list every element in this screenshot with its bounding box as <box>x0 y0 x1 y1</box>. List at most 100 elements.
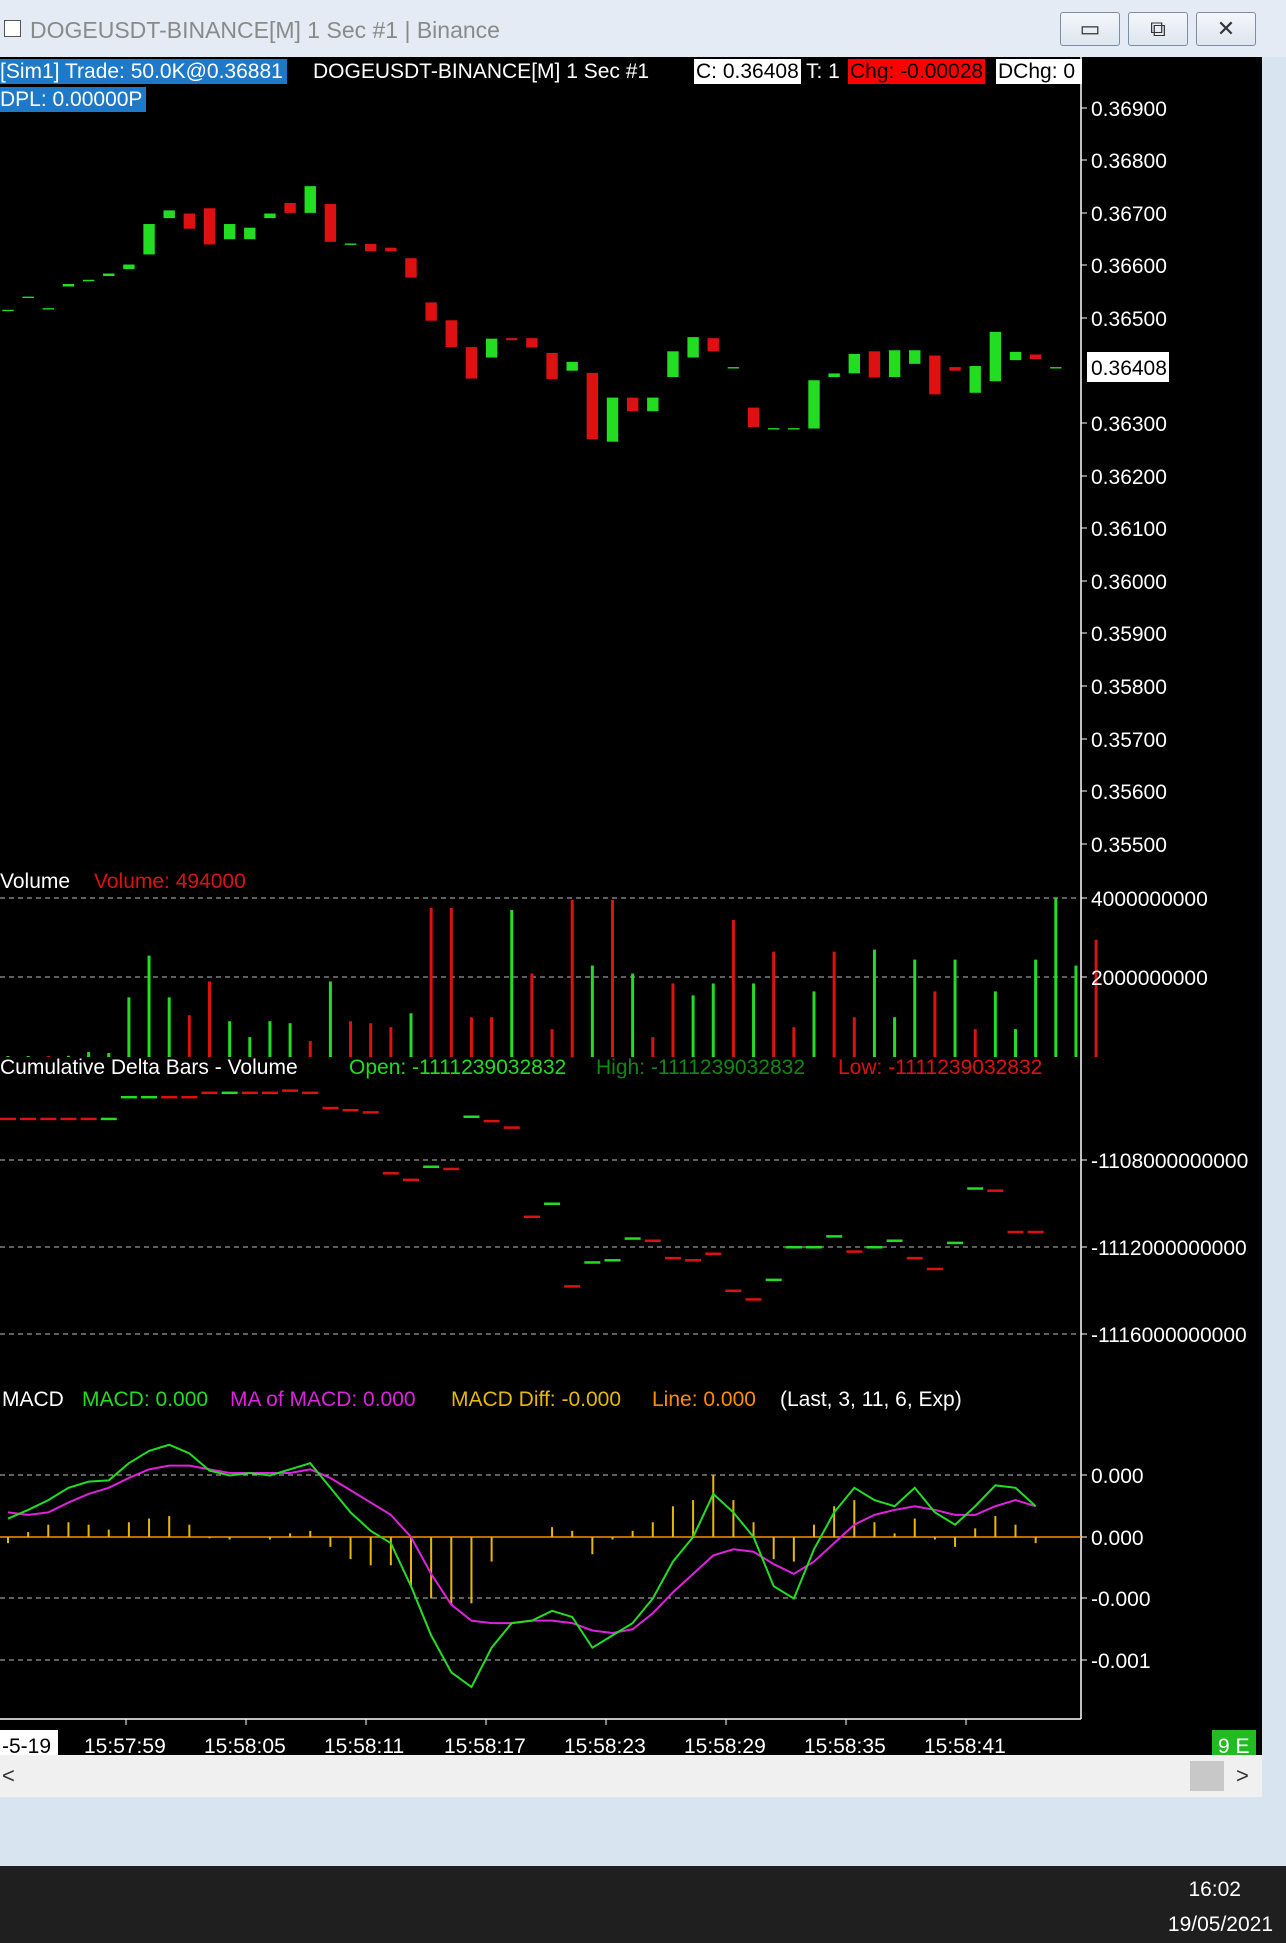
price-candles <box>1 185 1063 443</box>
horizontal-scrollbar[interactable]: < > <box>0 1755 1262 1797</box>
candle <box>203 207 216 246</box>
restore-button[interactable]: ⧉ <box>1128 12 1188 46</box>
volume-bar <box>208 981 211 1057</box>
delta-bar <box>302 1091 319 1095</box>
candle <box>847 353 861 374</box>
price-tick: 0.36600 <box>1091 255 1167 278</box>
delta-bar <box>967 1187 984 1190</box>
volume-bar <box>530 973 534 1057</box>
delta-panel-title: Cumulative Delta Bars - Volume <box>0 1056 298 1079</box>
candle <box>162 209 176 219</box>
candle <box>827 372 841 378</box>
candle <box>424 301 438 322</box>
candle <box>122 263 136 270</box>
delta-bar <box>362 1111 379 1114</box>
taskbar-clock-time[interactable]: 16:02 <box>1188 1878 1241 1902</box>
volume-bar <box>590 965 594 1057</box>
volume-bar <box>711 983 715 1057</box>
volume-bar <box>913 959 917 1057</box>
volume-bar <box>127 997 131 1057</box>
delta-bar <box>261 1091 278 1095</box>
candle <box>868 350 881 379</box>
volume-bar <box>792 1027 796 1057</box>
volume-bar <box>369 1023 373 1057</box>
delta-high: High: -1111239032832 <box>596 1056 806 1079</box>
volume-bar <box>893 1017 897 1057</box>
scroll-right-icon[interactable]: > <box>1236 1763 1249 1789</box>
delta-bar <box>120 1095 137 1099</box>
app-window: DOGEUSDT-BINANCE[M] 1 Sec #1 | Binance ▭… <box>0 0 1286 1866</box>
volume-bar <box>611 899 614 1057</box>
delta-tick: -1112000000000 <box>1091 1237 1247 1260</box>
delta-bar <box>141 1095 158 1099</box>
candle <box>928 354 942 395</box>
candle <box>747 406 760 428</box>
delta-bar <box>0 1117 16 1121</box>
candle <box>646 396 660 412</box>
delta-bar <box>664 1256 681 1260</box>
delta-open: Open: -1111239032832 <box>349 1056 567 1079</box>
delta-bar <box>947 1241 964 1245</box>
delta-bar <box>806 1246 822 1249</box>
scroll-thumb[interactable] <box>1190 1761 1224 1791</box>
delta-bar <box>100 1117 117 1121</box>
delta-bar <box>483 1119 500 1123</box>
instrument-label: DOGEUSDT-BINANCE[M] 1 Sec #1 <box>313 60 650 83</box>
candle <box>727 366 740 370</box>
candle <box>102 272 116 277</box>
delta-bar <box>584 1261 601 1264</box>
candle <box>626 396 639 412</box>
delta-bar <box>443 1167 460 1171</box>
volume-tick: 4000000000 <box>1091 888 1208 911</box>
candle <box>807 379 821 430</box>
delta-bar <box>382 1172 399 1175</box>
macd-tick: 0.000 <box>1091 1527 1144 1550</box>
delta-bar <box>241 1091 258 1095</box>
title-bar[interactable]: DOGEUSDT-BINANCE[M] 1 Sec #1 | Binance ▭… <box>0 0 1286 57</box>
volume-bar <box>1074 965 1078 1057</box>
delta-bar <box>403 1178 419 1182</box>
delta-bars <box>0 1089 1044 1301</box>
delta-bar <box>644 1239 661 1242</box>
volume-value: Volume: 494000 <box>94 870 246 893</box>
delta-bar <box>785 1246 802 1249</box>
delta-bar <box>523 1215 540 1219</box>
volume-tick: 2000000000 <box>1091 967 1208 990</box>
candle <box>545 352 559 380</box>
delta-bar <box>201 1091 218 1095</box>
delta-bar <box>604 1259 621 1262</box>
candle <box>505 337 519 341</box>
taskbar-clock-date[interactable]: 19/05/2021 <box>1168 1913 1273 1937</box>
candle <box>565 361 579 372</box>
candle <box>142 223 156 256</box>
volume-bar <box>772 951 776 1057</box>
volume-bar <box>872 949 876 1057</box>
delta-bar <box>826 1235 843 1238</box>
candle <box>364 243 378 252</box>
chart-area[interactable]: 0.36900 0.36800 0.36700 0.36600 0.36500 … <box>0 57 1262 1797</box>
candle <box>686 336 700 359</box>
candle <box>1029 353 1042 360</box>
volume-bar <box>953 959 957 1057</box>
macd-panel-title: MACD <box>2 1388 64 1411</box>
candle <box>444 319 458 348</box>
volume-bar <box>832 951 836 1057</box>
candle <box>62 283 75 288</box>
minimize-button[interactable]: ▭ <box>1060 12 1120 46</box>
close-button[interactable]: ✕ <box>1196 12 1256 46</box>
candle <box>324 203 337 243</box>
volume-bar <box>429 907 433 1057</box>
candle <box>989 331 1002 382</box>
delta-tick: -1116000000000 <box>1091 1324 1247 1347</box>
close-price-label: C: 0.36408 <box>694 59 801 84</box>
chart-canvas[interactable]: 0.36900 0.36800 0.36700 0.36600 0.36500 … <box>0 57 1262 1797</box>
volume-bar <box>288 1023 292 1057</box>
close-icon: ✕ <box>1216 16 1236 41</box>
candle <box>787 427 801 431</box>
delta-bar <box>886 1239 903 1242</box>
volume-bar <box>349 1021 353 1057</box>
scroll-left-icon[interactable]: < <box>2 1763 15 1789</box>
delta-bar <box>544 1202 561 1205</box>
candle <box>1009 351 1022 361</box>
volume-bar <box>812 991 816 1057</box>
